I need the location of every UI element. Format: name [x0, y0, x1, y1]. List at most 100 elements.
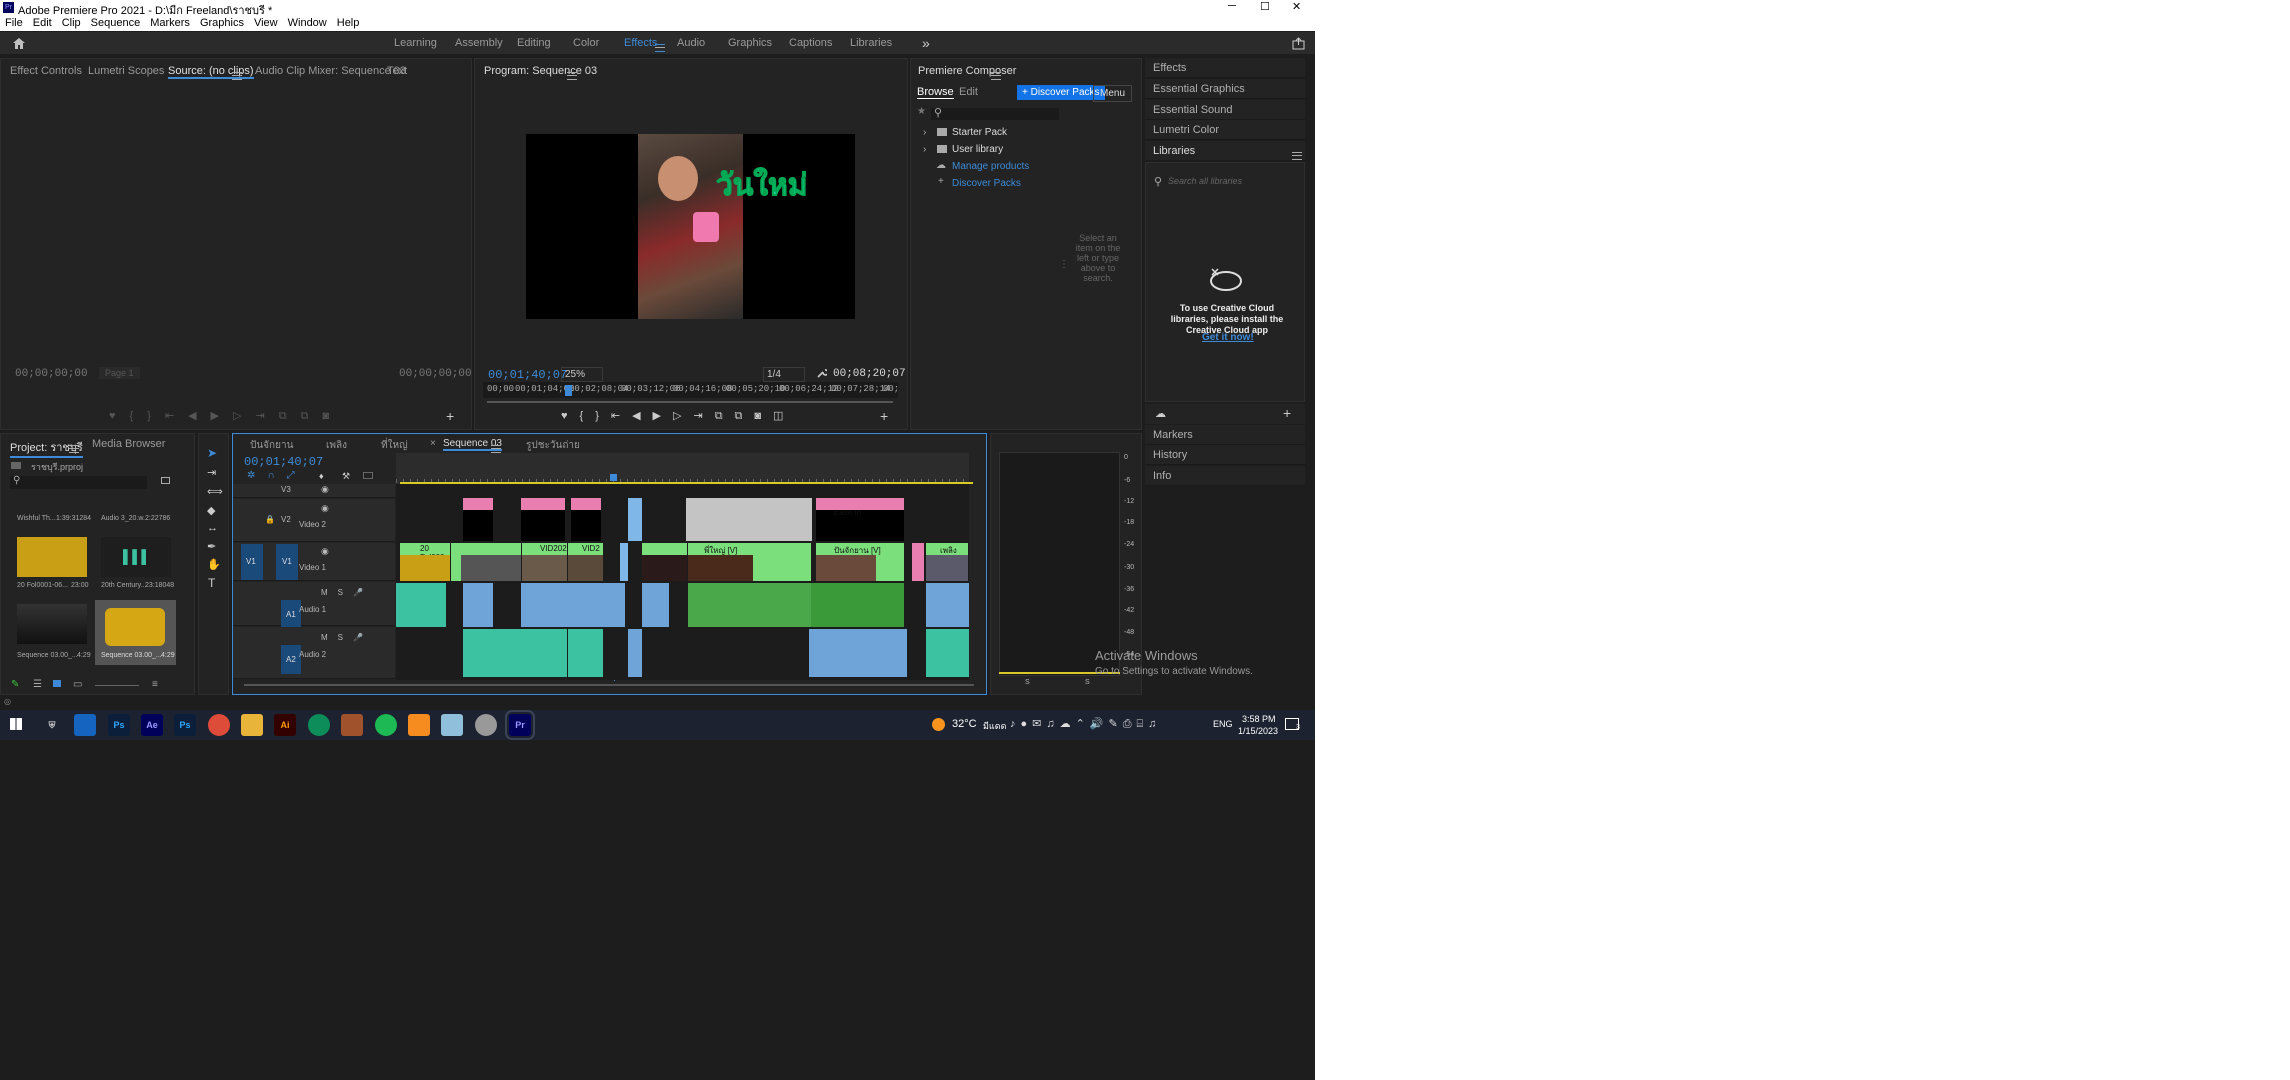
item-name-5[interactable]: Sequence 03.00_...: [101, 652, 162, 659]
menu-help[interactable]: Help: [332, 15, 365, 31]
panel-essential-sound[interactable]: Essential Sound: [1145, 100, 1305, 120]
v1-clip-pan[interactable]: ปันจักยาน [V]: [816, 543, 904, 581]
v1-clip[interactable]: [642, 543, 687, 581]
solo-right-button[interactable]: S: [1085, 679, 1090, 686]
tab-text[interactable]: Text: [387, 65, 407, 77]
panel-lumetri-color[interactable]: Lumetri Color: [1145, 120, 1305, 140]
tree-discover-packs[interactable]: Discover Packs: [952, 178, 1021, 189]
notes-icon[interactable]: [441, 714, 463, 736]
program-current-timecode[interactable]: 00;01;40;07: [488, 368, 567, 382]
star-icon[interactable]: ★: [917, 106, 926, 117]
page-indicator[interactable]: Page 1: [99, 367, 140, 379]
panel-info[interactable]: Info: [1145, 466, 1305, 486]
a1-clip-green[interactable]: [688, 583, 811, 627]
program-video-frame[interactable]: วันใหม่: [526, 134, 855, 319]
a2-clip[interactable]: [809, 629, 907, 677]
v2-clip-white[interactable]: [686, 498, 812, 541]
composer-menu-button[interactable]: Menu: [1093, 85, 1133, 102]
freeform-view-icon[interactable]: ▭: [73, 679, 82, 690]
settings-wrench-icon[interactable]: ⚒: [342, 471, 350, 482]
program-transport-controls[interactable]: ♥{}⇤◀▶▷⇥⧉⧉◙◫: [561, 409, 795, 423]
captions-icon[interactable]: [363, 472, 373, 479]
timeline-menu-icon[interactable]: [491, 444, 501, 453]
v1-clip-blue[interactable]: [620, 543, 628, 581]
panel-history[interactable]: History: [1145, 445, 1305, 465]
v1-clip-pink[interactable]: [912, 543, 924, 581]
language-indicator[interactable]: ENG: [1213, 719, 1233, 729]
clock-time[interactable]: 3:58 PM: [1242, 714, 1276, 724]
thumb-audio[interactable]: ▌▌▌: [101, 537, 171, 577]
tree-user-library[interactable]: User library: [952, 144, 1003, 155]
cloud-app-icon[interactable]: [408, 714, 430, 736]
menu-markers[interactable]: Markers: [145, 15, 195, 31]
v1-clip-folder[interactable]: 20 Fol000: [400, 543, 450, 581]
source-add-button[interactable]: +: [446, 408, 454, 424]
v3-label[interactable]: V3: [281, 485, 291, 494]
source-menu-icon[interactable]: [232, 71, 242, 80]
item-name-2[interactable]: 20 Fol0001-06...: [17, 582, 68, 589]
menu-sequence[interactable]: Sequence: [86, 15, 146, 31]
chevron-right-icon[interactable]: ›: [923, 127, 926, 138]
program-playhead[interactable]: [565, 385, 572, 396]
tab-lumetri-scopes[interactable]: Lumetri Scopes: [88, 65, 164, 77]
eye-icon[interactable]: ◉: [321, 484, 329, 495]
menu-edit[interactable]: Edit: [28, 15, 57, 31]
a2-clip[interactable]: [463, 629, 567, 677]
v2-clip[interactable]: [571, 498, 601, 541]
item-name-1[interactable]: Audio 3_20.w...: [101, 515, 149, 522]
timeline-tab-4[interactable]: รูปชะวันถ่าย: [526, 438, 580, 453]
tree-starter-pack[interactable]: Starter Pack: [952, 127, 1007, 138]
photoshop-icon[interactable]: Ps: [108, 714, 130, 736]
v1-clip-phi[interactable]: พี่ใหญ่ [V]: [688, 543, 811, 581]
a1-clip[interactable]: [926, 583, 969, 627]
source-timecode-left[interactable]: 00;00;00;00: [15, 368, 88, 380]
solo-left-button[interactable]: S: [1025, 679, 1030, 686]
composer-search-field[interactable]: [931, 108, 1059, 120]
new-bin-icon[interactable]: [161, 477, 170, 484]
menu-file[interactable]: File: [0, 15, 28, 31]
tab-media-browser[interactable]: Media Browser: [92, 438, 165, 450]
program-ruler[interactable]: 00;00 00;01;04;02 00;02;08;04 00;03;12;0…: [483, 382, 899, 398]
maximize-button[interactable]: ☐: [1260, 0, 1270, 13]
mute-solo-mic[interactable]: MS🎤: [321, 633, 373, 642]
program-title[interactable]: Program: Sequence 03: [484, 65, 597, 77]
premiere-taskbar-icon[interactable]: Pr: [505, 710, 535, 740]
track-select-icon[interactable]: ⇥: [207, 466, 216, 479]
timeline-timecode[interactable]: 00;01;40;07: [244, 455, 323, 469]
composer-tab-browse[interactable]: Browse: [917, 86, 954, 99]
item-name-0[interactable]: Wishful Th...: [17, 515, 56, 522]
v1-clip-vid202[interactable]: VID202: [522, 543, 567, 581]
chevron-right-icon[interactable]: ›: [923, 144, 926, 155]
illustrator-icon[interactable]: Ai: [274, 714, 296, 736]
slip-icon[interactable]: ↔: [207, 522, 218, 534]
v2-clip[interactable]: [463, 498, 493, 541]
tab-effect-controls[interactable]: Effect Controls: [10, 65, 82, 77]
a1-clip-green[interactable]: [811, 583, 904, 627]
program-scroll-bar[interactable]: [487, 401, 893, 403]
resize-handle[interactable]: ⋮: [1059, 259, 1069, 270]
type-tool-icon[interactable]: T: [208, 576, 215, 590]
lock-icon[interactable]: 🔒: [265, 515, 275, 524]
selection-tool-icon[interactable]: ➤: [207, 446, 217, 460]
workspace-libraries[interactable]: Libraries: [850, 37, 892, 49]
pencil-icon[interactable]: ✎: [11, 679, 19, 690]
project-search[interactable]: [10, 476, 147, 489]
timeline-tab-1[interactable]: เพลิง: [326, 438, 347, 453]
v2-label[interactable]: V2: [281, 515, 291, 524]
icon-view-icon[interactable]: [53, 680, 61, 687]
workspace-assembly[interactable]: Assembly: [455, 37, 503, 49]
edge-icon[interactable]: [308, 714, 330, 736]
close-tab-icon[interactable]: ×: [430, 438, 436, 449]
v1-clip-vid2[interactable]: VID2: [568, 543, 603, 581]
weather-desc[interactable]: มีแดด: [983, 719, 1006, 733]
timeline-ruler[interactable]: [396, 453, 973, 485]
a2-clip[interactable]: [628, 629, 642, 677]
workspace-learning[interactable]: Learning: [394, 37, 437, 49]
zoom-slider[interactable]: [95, 685, 139, 686]
project-menu-icon[interactable]: [69, 444, 79, 453]
v1-clip[interactable]: [451, 543, 521, 581]
a1-label[interactable]: A1: [281, 600, 301, 629]
tab-audio-clip-mixer[interactable]: Audio Clip Mixer: Sequence 03: [255, 65, 406, 77]
timeline-tab-2[interactable]: ที่ใหญ่: [381, 438, 408, 453]
pen-icon[interactable]: ✒: [207, 540, 216, 553]
